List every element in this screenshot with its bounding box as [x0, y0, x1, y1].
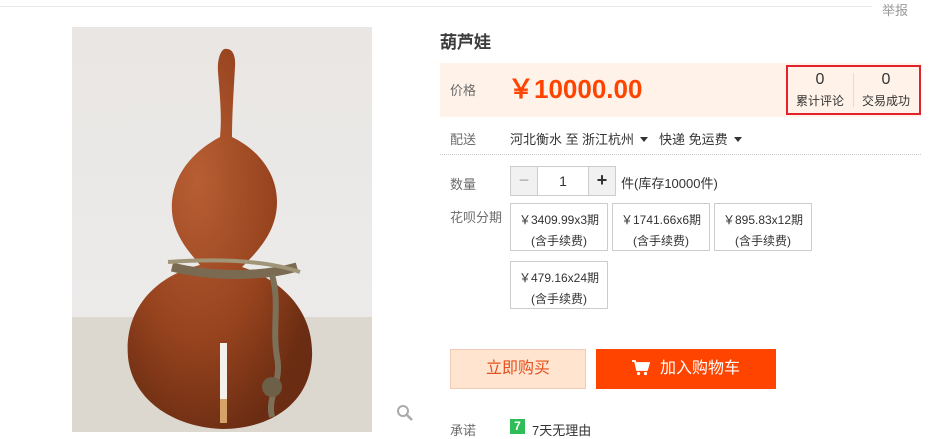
- product-image[interactable]: [72, 27, 372, 432]
- sales-label: 交易成功: [861, 94, 910, 108]
- delivery-destination-select[interactable]: 浙江杭州: [582, 129, 649, 148]
- add-to-cart-button[interactable]: 加入购物车: [596, 349, 776, 389]
- plan-amount: ￥895.83x12期: [722, 213, 804, 227]
- review-count: 0: [815, 71, 825, 88]
- shopping-cart-icon: [631, 352, 651, 392]
- promise-label: 承诺: [450, 423, 477, 438]
- plan-fee: (含手续费): [531, 292, 587, 306]
- quantity-decrease-button[interactable]: −: [511, 167, 538, 195]
- price-label: 价格: [450, 83, 477, 98]
- seven-day-return-icon: 7: [510, 419, 525, 434]
- installment-plan-12[interactable]: ￥895.83x12期 (含手续费): [714, 203, 812, 251]
- plan-fee: (含手续费): [531, 234, 587, 248]
- delivery-label: 配送: [450, 132, 477, 147]
- magnifier-icon[interactable]: [396, 404, 414, 427]
- plan-amount: ￥3409.99x3期: [518, 213, 600, 227]
- review-stat[interactable]: 0 累计评论: [788, 71, 852, 109]
- installment-plan-6[interactable]: ￥1741.66x6期 (含手续费): [612, 203, 710, 251]
- installment-label: 花呗分期: [450, 210, 503, 225]
- delivery-origin: 河北衡水 至: [510, 132, 579, 147]
- sales-count: 0: [881, 71, 891, 88]
- price-panel: 价格 ￥10000.00 0 累计评论 0 交易成功: [440, 63, 921, 117]
- caret-down-icon: [733, 137, 742, 142]
- delivery-destination: 浙江杭州: [582, 132, 635, 147]
- section-divider: [440, 154, 921, 155]
- quantity-label: 数量: [450, 177, 477, 192]
- plan-fee: (含手续费): [735, 234, 791, 248]
- installment-plan-24[interactable]: ￥479.16x24期 (含手续费): [510, 261, 608, 309]
- shipping-method-select[interactable]: 快递 免运费: [659, 129, 742, 148]
- quantity-input[interactable]: [538, 167, 588, 195]
- buy-now-button[interactable]: 立即购买: [450, 349, 586, 389]
- plan-fee: (含手续费): [633, 234, 689, 248]
- quantity-stepper: − +: [510, 166, 616, 196]
- report-link[interactable]: 举报: [882, 0, 908, 19]
- caret-down-icon: [640, 137, 649, 142]
- quantity-increase-button[interactable]: +: [588, 167, 615, 195]
- review-label: 累计评论: [795, 94, 844, 108]
- stock-text: 件(库存10000件): [621, 176, 718, 191]
- installment-plan-3[interactable]: ￥3409.99x3期 (含手续费): [510, 203, 608, 251]
- plan-amount: ￥479.16x24期: [518, 271, 600, 285]
- price-value: ￥10000.00: [508, 74, 643, 104]
- add-to-cart-label: 加入购物车: [659, 360, 740, 377]
- product-title: 葫芦娃: [440, 33, 491, 52]
- sales-stat: 0 交易成功: [854, 71, 918, 109]
- top-divider: [0, 6, 872, 7]
- stats-box: 0 累计评论 0 交易成功: [786, 65, 921, 115]
- plan-amount: ￥1741.66x6期: [620, 213, 702, 227]
- gourd-photo: [72, 48, 372, 432]
- promise-text[interactable]: 7天无理由: [532, 420, 591, 439]
- shipping-method: 快递 免运费: [659, 132, 728, 147]
